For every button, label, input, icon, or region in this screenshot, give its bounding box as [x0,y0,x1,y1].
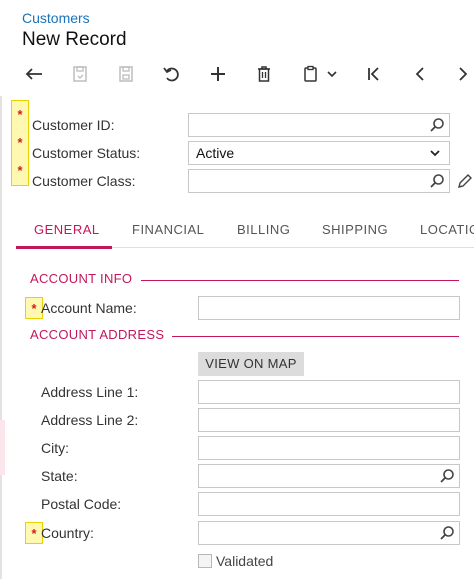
undo-button[interactable] [158,60,186,88]
page-title: New Record [22,29,127,50]
account-name-input[interactable] [198,296,460,320]
left-edge-highlight [0,420,5,475]
left-edge-divider [0,96,2,579]
save-close-button[interactable] [66,60,94,88]
back-icon [25,68,42,80]
back-button[interactable] [20,60,48,88]
customer-class-label: Customer Class: [32,173,136,189]
tab-locations[interactable]: LOCATIO [420,222,474,237]
copy-paste-icon [304,65,317,82]
country-label: Country: [41,525,94,541]
account-address-divider [172,336,459,337]
address-line-1-label: Address Line 1: [41,384,139,400]
city-label: City: [41,440,69,456]
country-input[interactable] [198,521,460,545]
delete-button[interactable] [250,60,278,88]
tab-bar: GENERAL FINANCIAL BILLING SHIPPING LOCAT… [16,210,474,249]
tab-financial[interactable]: FINANCIAL [132,222,204,237]
customer-status-label: Customer Status: [32,145,141,161]
chevron-down-icon [327,71,337,78]
required-mark-customer-status: * [17,135,23,150]
required-mark-customer-class: * [17,163,23,178]
customer-class-input[interactable] [188,169,450,193]
required-mark-customer-id: * [17,107,23,122]
save-icon [119,66,133,82]
first-record-button[interactable] [360,60,388,88]
account-info-section-title: ACCOUNT INFO [30,271,133,286]
search-icon[interactable] [429,173,445,189]
save-close-icon [73,66,87,82]
delete-icon [258,66,270,82]
validated-label: Validated [216,553,274,569]
first-record-icon [368,67,379,81]
state-input[interactable] [198,464,460,488]
account-address-section-title: ACCOUNT ADDRESS [30,327,165,342]
previous-record-button[interactable] [406,60,434,88]
save-button[interactable] [112,60,140,88]
tab-shipping[interactable]: SHIPPING [322,222,388,237]
chevron-down-icon [430,150,440,157]
next-record-icon [459,67,468,81]
tab-billing[interactable]: BILLING [237,222,290,237]
pencil-icon [458,174,472,188]
active-tab-indicator [16,246,112,249]
postal-code-input[interactable] [198,492,460,516]
state-label: State: [41,468,78,484]
add-button[interactable] [204,60,232,88]
copy-paste-button[interactable] [298,60,342,88]
account-name-label: Account Name: [41,300,137,316]
search-icon[interactable] [429,117,445,133]
search-icon[interactable] [439,468,455,484]
address-line-1-input[interactable] [198,380,460,404]
customer-status-select[interactable]: Active [188,141,450,165]
validated-checkbox[interactable] [198,554,212,568]
postal-code-label: Postal Code: [41,496,122,512]
address-line-2-input[interactable] [198,408,460,432]
customer-id-label: Customer ID: [32,117,115,133]
customer-id-input[interactable] [188,113,450,137]
address-line-2-label: Address Line 2: [41,412,139,428]
previous-record-icon [415,67,424,81]
customer-status-value: Active [196,145,235,161]
city-input[interactable] [198,436,460,460]
edit-customer-class-button[interactable] [456,172,472,190]
view-on-map-button[interactable]: VIEW ON MAP [198,352,304,376]
search-icon[interactable] [439,525,455,541]
account-info-divider [141,280,459,281]
add-icon [211,67,225,81]
next-record-button[interactable] [452,60,474,88]
breadcrumb-customers[interactable]: Customers [22,10,90,26]
tab-general[interactable]: GENERAL [34,222,100,237]
undo-icon [163,67,179,82]
required-marker-group: * * * [11,100,29,186]
